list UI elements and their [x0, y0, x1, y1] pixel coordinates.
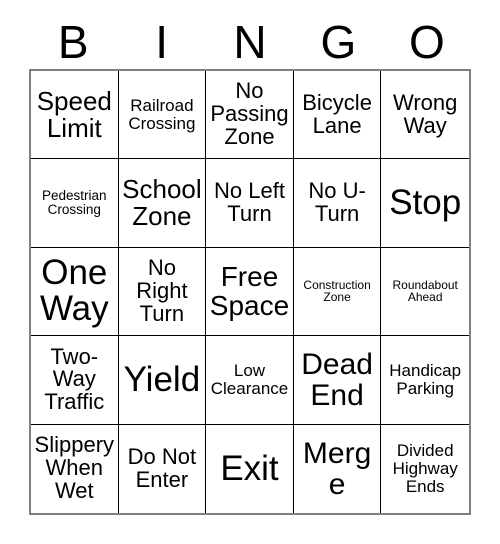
bingo-cell[interactable]: Exit — [206, 424, 294, 513]
bingo-header-letter-o: O — [408, 15, 445, 68]
bingo-cell-label: Bicycle Lane — [302, 89, 372, 138]
bingo-cell-label: Divided Highway Ends — [392, 441, 458, 496]
bingo-cell[interactable]: Stop — [381, 159, 469, 248]
bingo-cell-label: Free Space — [209, 261, 290, 322]
bingo-cell-label: School Zone — [122, 174, 202, 232]
bingo-cell-label: No Right Turn — [136, 255, 188, 326]
bingo-cell[interactable]: Divided Highway Ends — [381, 424, 469, 513]
bingo-cell-label: Do Not Enter — [127, 443, 197, 492]
bingo-header-letter-g: G — [320, 15, 357, 68]
bingo-cell-label: Railroad Crossing — [128, 96, 196, 133]
bingo-cell[interactable]: Yield — [118, 336, 207, 425]
bingo-cell[interactable]: Roundabout Ahead — [381, 247, 469, 337]
bingo-cell[interactable]: No Left Turn — [206, 159, 294, 248]
bingo-cell[interactable]: Railroad Crossing — [118, 71, 207, 160]
bingo-cell[interactable]: Pedestrian Crossing — [31, 159, 119, 248]
bingo-cell[interactable]: Construction Zone — [293, 247, 382, 337]
bingo-cell[interactable]: Speed Limit — [31, 71, 119, 160]
bingo-header-letter-b: B — [57, 15, 89, 68]
bingo-cell[interactable]: Bicycle Lane — [293, 71, 382, 160]
bingo-card: B I NGO Speed Limit Railroad Crossing No Pas… — [0, 0, 500, 544]
bingo-cell[interactable]: Merge — [293, 424, 382, 513]
bingo-cell-label: Speed Limit — [36, 85, 112, 143]
bingo-cell[interactable]: No Passing Zone — [206, 71, 294, 160]
bingo-cell-label: Two-Way Traffic — [44, 343, 105, 415]
bingo-header-letter-i: I — [155, 15, 168, 68]
bingo-cell-label: Merge — [302, 436, 372, 501]
bingo-cell-label: Low Clearance — [210, 361, 289, 398]
bingo-cell[interactable]: Do Not Enter — [118, 424, 207, 513]
bingo-cell[interactable]: No Right Turn — [118, 247, 207, 337]
bingo-cell[interactable]: Low Clearance — [206, 336, 294, 425]
bingo-cell-label: No U-Turn — [308, 178, 366, 227]
bingo-cell-label: Yield — [123, 359, 201, 399]
bingo-cell[interactable]: School Zone — [118, 159, 207, 248]
bingo-cell-label: Dead End — [301, 347, 373, 412]
bingo-cell[interactable]: Slippery When Wet — [31, 424, 119, 513]
bingo-header-row: B I NGO — [29, 14, 471, 69]
bingo-cell-label: Exit — [220, 448, 279, 488]
bingo-cell-label: One Way — [39, 253, 109, 329]
bingo-header-letter-n: N — [233, 15, 267, 68]
bingo-cell-label: Stop — [389, 182, 462, 222]
bingo-cell-free-space[interactable]: Free Space — [206, 247, 294, 337]
bingo-cell[interactable]: One Way — [31, 247, 119, 337]
bingo-grid: Speed Limit Railroad Crossing No Passing Z… — [29, 69, 471, 515]
bingo-cell-label: Pedestrian Crossing — [42, 188, 107, 218]
bingo-cell[interactable]: Two-Way Traffic — [31, 336, 119, 425]
bingo-cell-label: Wrong Way — [392, 89, 458, 138]
bingo-cell[interactable]: Handicap Parking — [381, 336, 469, 425]
bingo-cell-label: Construction Zone — [303, 278, 371, 305]
bingo-cell-label: Handicap Parking — [389, 361, 462, 398]
bingo-cell[interactable]: No U-Turn — [293, 159, 382, 248]
bingo-cell-label: Slippery When Wet — [34, 432, 115, 504]
bingo-cell[interactable]: Wrong Way — [381, 71, 469, 160]
bingo-cell-label: No Left Turn — [214, 178, 285, 227]
bingo-cell-label: No Passing Zone — [210, 78, 289, 150]
bingo-cell[interactable]: Dead End — [293, 336, 382, 425]
bingo-cell-label: Roundabout Ahead — [392, 278, 458, 305]
